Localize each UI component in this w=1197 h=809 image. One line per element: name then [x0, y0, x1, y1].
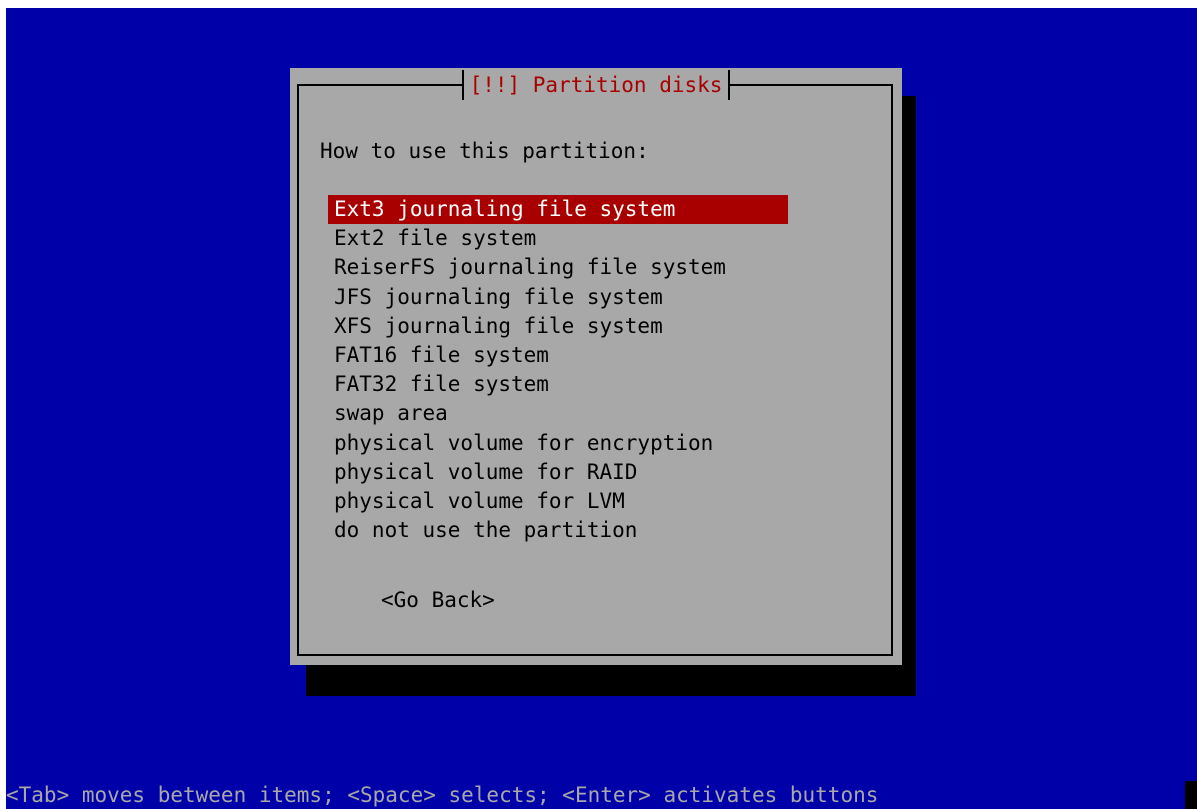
partition-dialog: [!!] Partition disks How to use this par…	[290, 68, 902, 665]
option-fat32[interactable]: FAT32 file system	[328, 370, 788, 399]
go-back-button[interactable]: <Go Back>	[381, 586, 495, 614]
dialog-title-bar: [!!] Partition disks	[290, 70, 902, 104]
option-encryption[interactable]: physical volume for encryption	[328, 429, 788, 458]
dialog-title: [!!] Partition disks	[461, 70, 731, 100]
terminal-cursor	[1185, 781, 1197, 809]
option-xfs[interactable]: XFS journaling file system	[328, 312, 788, 341]
option-fat16[interactable]: FAT16 file system	[328, 341, 788, 370]
option-swap[interactable]: swap area	[328, 399, 788, 428]
installer-screen: [!!] Partition disks How to use this par…	[6, 8, 1197, 809]
partition-use-options: Ext3 journaling file system Ext2 file sy…	[328, 195, 788, 545]
option-ext2[interactable]: Ext2 file system	[328, 224, 788, 253]
option-reiserfs[interactable]: ReiserFS journaling file system	[328, 253, 788, 282]
option-ext3[interactable]: Ext3 journaling file system	[328, 195, 788, 225]
option-raid[interactable]: physical volume for RAID	[328, 458, 788, 487]
option-do-not-use[interactable]: do not use the partition	[328, 516, 788, 545]
option-lvm[interactable]: physical volume for LVM	[328, 487, 788, 516]
dialog-prompt: How to use this partition:	[320, 139, 649, 163]
status-help-text: <Tab> moves between items; <Space> selec…	[6, 783, 879, 807]
option-jfs[interactable]: JFS journaling file system	[328, 283, 788, 312]
